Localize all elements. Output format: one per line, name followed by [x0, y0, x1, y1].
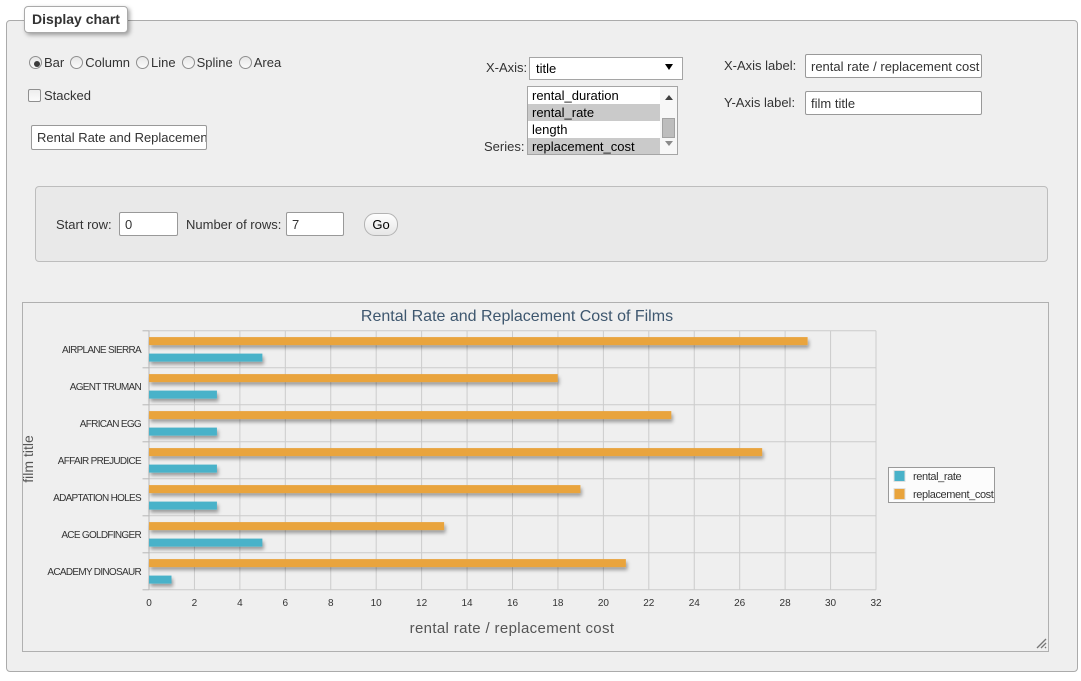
- svg-text:0: 0: [146, 598, 152, 609]
- svg-text:16: 16: [507, 598, 519, 609]
- svg-text:AFFAIR PREJUDICE: AFFAIR PREJUDICE: [58, 456, 142, 467]
- svg-text:film title: film title: [23, 435, 36, 483]
- svg-text:ACADEMY DINOSAUR: ACADEMY DINOSAUR: [47, 567, 141, 578]
- svg-text:ADAPTATION HOLES: ADAPTATION HOLES: [53, 493, 142, 504]
- svg-text:22: 22: [643, 598, 655, 609]
- svg-text:30: 30: [825, 598, 837, 609]
- svg-text:12: 12: [416, 598, 428, 609]
- svg-text:14: 14: [461, 598, 473, 609]
- svg-text:rental_rate: rental_rate: [913, 471, 961, 483]
- svg-text:AFRICAN EGG: AFRICAN EGG: [80, 419, 142, 430]
- svg-text:10: 10: [371, 598, 383, 609]
- svg-text:4: 4: [237, 598, 243, 609]
- svg-text:AGENT TRUMAN: AGENT TRUMAN: [70, 382, 142, 393]
- svg-text:28: 28: [780, 598, 792, 609]
- svg-text:18: 18: [552, 598, 564, 609]
- svg-text:6: 6: [283, 598, 289, 609]
- svg-text:26: 26: [734, 598, 746, 609]
- svg-text:8: 8: [328, 598, 334, 609]
- svg-text:32: 32: [870, 598, 882, 609]
- svg-text:replacement_cost: replacement_cost: [913, 489, 994, 501]
- svg-text:2: 2: [192, 598, 198, 609]
- svg-text:AIRPLANE SIERRA: AIRPLANE SIERRA: [62, 345, 142, 356]
- svg-text:ACE GOLDFINGER: ACE GOLDFINGER: [61, 530, 141, 541]
- svg-text:rental rate / replacement cost: rental rate / replacement cost: [410, 620, 615, 637]
- svg-text:Rental Rate and Replacement Co: Rental Rate and Replacement Cost of Film…: [361, 308, 673, 325]
- svg-text:24: 24: [689, 598, 701, 609]
- svg-text:20: 20: [598, 598, 610, 609]
